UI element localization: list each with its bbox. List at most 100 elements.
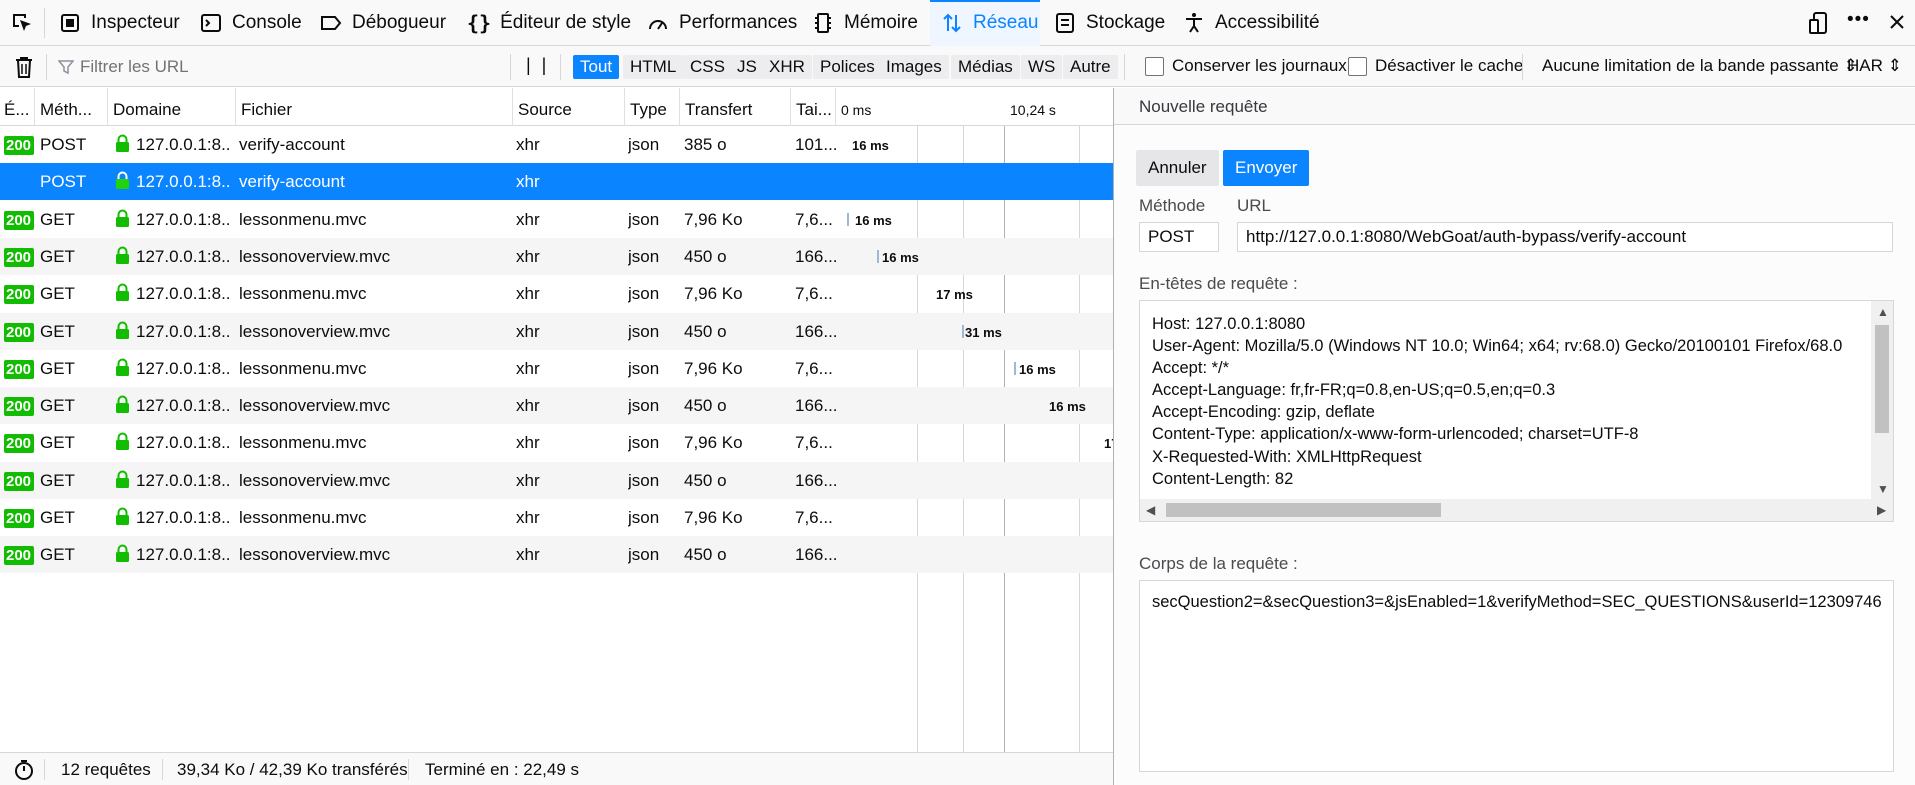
scrollbar-thumb[interactable] (1875, 325, 1889, 433)
table-row[interactable]: 200 GET 127.0.0.1:8... lessonmenu.mvc xhr jso… (0, 424, 1113, 461)
column-method[interactable]: Méth... (34, 88, 107, 126)
table-row[interactable]: 200 GET 127.0.0.1:8... lessonoverview.mvc xh… (0, 387, 1113, 425)
column-waterfall-start[interactable]: 0 ms (835, 88, 905, 126)
waterfall-timing: 16 ms (1049, 399, 1086, 415)
column-size[interactable]: Tai... (790, 88, 835, 126)
cell-domain: 127.0.0.1:8... (136, 545, 232, 565)
persist-logs-label: Conserver les journaux (1172, 56, 1347, 75)
throttling-select[interactable]: Aucune limitation de la bande passante ⇕ (1542, 56, 1858, 76)
cell-size: 7,6... (795, 209, 833, 229)
filter-url-input[interactable]: Filtrer les URL (58, 53, 498, 81)
table-row[interactable]: 200 GET 127.0.0.1:8... lessonoverview.mvc xh… (0, 536, 1113, 574)
tab-console[interactable]: Console (199, 0, 302, 46)
cell-file: lessonmenu.mvc (239, 358, 367, 378)
column-file[interactable]: Fichier (235, 88, 512, 126)
cell-method: GET (40, 284, 75, 304)
request-body-textarea[interactable]: secQuestion2=&secQuestion3=&jsEnabled=1&… (1139, 580, 1894, 772)
cell-transfer: 450 o (684, 246, 727, 266)
lock-icon (116, 358, 129, 376)
type-filter-js[interactable]: JS (730, 55, 764, 79)
tab-memory[interactable]: Mémoire (811, 0, 918, 46)
cancel-button[interactable]: Annuler (1136, 150, 1219, 186)
cell-method: GET (40, 321, 75, 341)
column-source[interactable]: Source (512, 88, 624, 126)
table-row[interactable]: 200 POST 127.0.0.1:8... verify-account xhr js… (0, 126, 1113, 163)
responsive-design-icon[interactable] (1808, 11, 1830, 35)
cell-file: lessonmenu.mvc (239, 508, 367, 527)
filter-placeholder: Filtrer les URL (80, 57, 189, 76)
tab-style-editor[interactable]: {} Éditeur de style (467, 0, 631, 46)
tab-accessibility[interactable]: Accessibilité (1182, 0, 1320, 46)
cell-size: 101... (795, 135, 837, 154)
url-input[interactable]: http://127.0.0.1:8080/WebGoat/auth-bypas… (1237, 222, 1893, 252)
request-headers-textarea[interactable]: Host: 127.0.0.1:8080 User-Agent: Mozilla… (1139, 300, 1894, 522)
cell-source: xhr (516, 545, 540, 565)
waterfall-timing: 16 ms (1019, 361, 1056, 377)
pause-icon[interactable]: | | (526, 55, 549, 76)
url-label: URL (1237, 196, 1272, 215)
checkbox-box[interactable] (1145, 56, 1164, 76)
type-filter-other[interactable]: Autre (1063, 55, 1118, 79)
method-input[interactable]: POST (1139, 222, 1219, 252)
element-picker-icon[interactable] (10, 11, 34, 35)
har-menu[interactable]: HAR ⇕ (1847, 56, 1902, 76)
table-row[interactable]: 200 GET 127.0.0.1:8... lessonmenu.mvc xhr jso… (0, 201, 1113, 238)
checkbox-box[interactable] (1348, 56, 1367, 76)
memory-icon (815, 13, 831, 33)
tab-storage[interactable]: Stockage (1053, 0, 1165, 46)
close-icon[interactable] (1888, 13, 1906, 31)
column-domain[interactable]: Domaine (107, 88, 235, 126)
lock-icon (116, 209, 129, 227)
table-row[interactable]: 200 GET 127.0.0.1:8... lessonmenu.mvc xhr jso… (0, 499, 1113, 536)
scroll-up-icon[interactable]: ▲ (1877, 305, 1889, 319)
console-icon (201, 14, 221, 32)
table-row[interactable]: 200 GET 127.0.0.1:8... lessonmenu.mvc xhr jso… (0, 350, 1113, 387)
send-button[interactable]: Envoyer (1223, 150, 1310, 186)
waterfall-bar (847, 212, 849, 226)
type-filter-images[interactable]: Images (879, 55, 949, 79)
table-row[interactable]: 200 GET 127.0.0.1:8... lessonoverview.mvc xh… (0, 237, 1113, 275)
cell-domain: 127.0.0.1:8... (136, 246, 232, 266)
scrollbar-thumb[interactable] (1166, 503, 1441, 517)
lock-icon (116, 321, 129, 339)
cell-source: xhr (516, 358, 540, 378)
cell-type: json (628, 135, 660, 154)
scroll-down-icon[interactable]: ▼ (1877, 482, 1889, 496)
more-options-icon[interactable]: ••• (1847, 9, 1870, 31)
tab-label: Console (232, 12, 302, 33)
stopwatch-icon[interactable] (13, 759, 35, 781)
persist-logs-checkbox[interactable]: Conserver les journaux (1145, 56, 1347, 76)
devtools-toolbar: Inspecteur Console Débogueur {} Éditeur … (0, 0, 1915, 46)
type-filter-ws[interactable]: WS (1021, 55, 1063, 79)
type-filter-html[interactable]: HTML (623, 55, 684, 79)
cell-method: GET (40, 396, 75, 416)
type-filter-fonts[interactable]: Polices (813, 55, 882, 79)
tab-network[interactable]: Réseau (930, 0, 1040, 46)
scroll-left-icon[interactable]: ◀ (1146, 503, 1155, 517)
tab-debugger[interactable]: Débogueur (319, 0, 446, 46)
type-filter-media[interactable]: Médias (951, 55, 1020, 79)
cell-type: json (628, 358, 660, 378)
horizontal-scrollbar[interactable]: ◀ ▶ (1140, 499, 1893, 521)
table-row[interactable]: 200 GET 127.0.0.1:8... lessonoverview.mvc xh… (0, 461, 1113, 499)
column-type[interactable]: Type (624, 88, 679, 126)
trash-icon[interactable] (13, 55, 35, 79)
cell-transfer: 450 o (684, 396, 727, 416)
table-row[interactable]: 200 GET 127.0.0.1:8... lessonoverview.mvc xh… (0, 312, 1113, 350)
tab-performance[interactable]: Performances (646, 0, 797, 46)
table-row[interactable]: POST 127.0.0.1:8... verify-account xhr (0, 163, 1113, 201)
type-filter-xhr[interactable]: XHR (762, 55, 812, 79)
tab-inspector[interactable]: Inspecteur (58, 0, 180, 46)
disable-cache-checkbox[interactable]: Désactiver le cache (1348, 56, 1523, 76)
cell-size: 166... (795, 321, 837, 341)
vertical-scrollbar[interactable]: ▲ ▼ (1871, 301, 1893, 501)
cell-size: 166... (795, 470, 837, 490)
type-filter-all[interactable]: Tout (573, 55, 620, 79)
lock-icon (116, 134, 129, 152)
column-transfer[interactable]: Transfert (679, 88, 790, 126)
filter-icon (58, 60, 74, 75)
column-status[interactable]: É... (0, 88, 34, 126)
scroll-right-icon[interactable]: ▶ (1877, 503, 1886, 517)
table-row[interactable]: 200 GET 127.0.0.1:8... lessonmenu.mvc xhr jso… (0, 275, 1113, 312)
type-filter-css[interactable]: CSS (683, 55, 732, 79)
